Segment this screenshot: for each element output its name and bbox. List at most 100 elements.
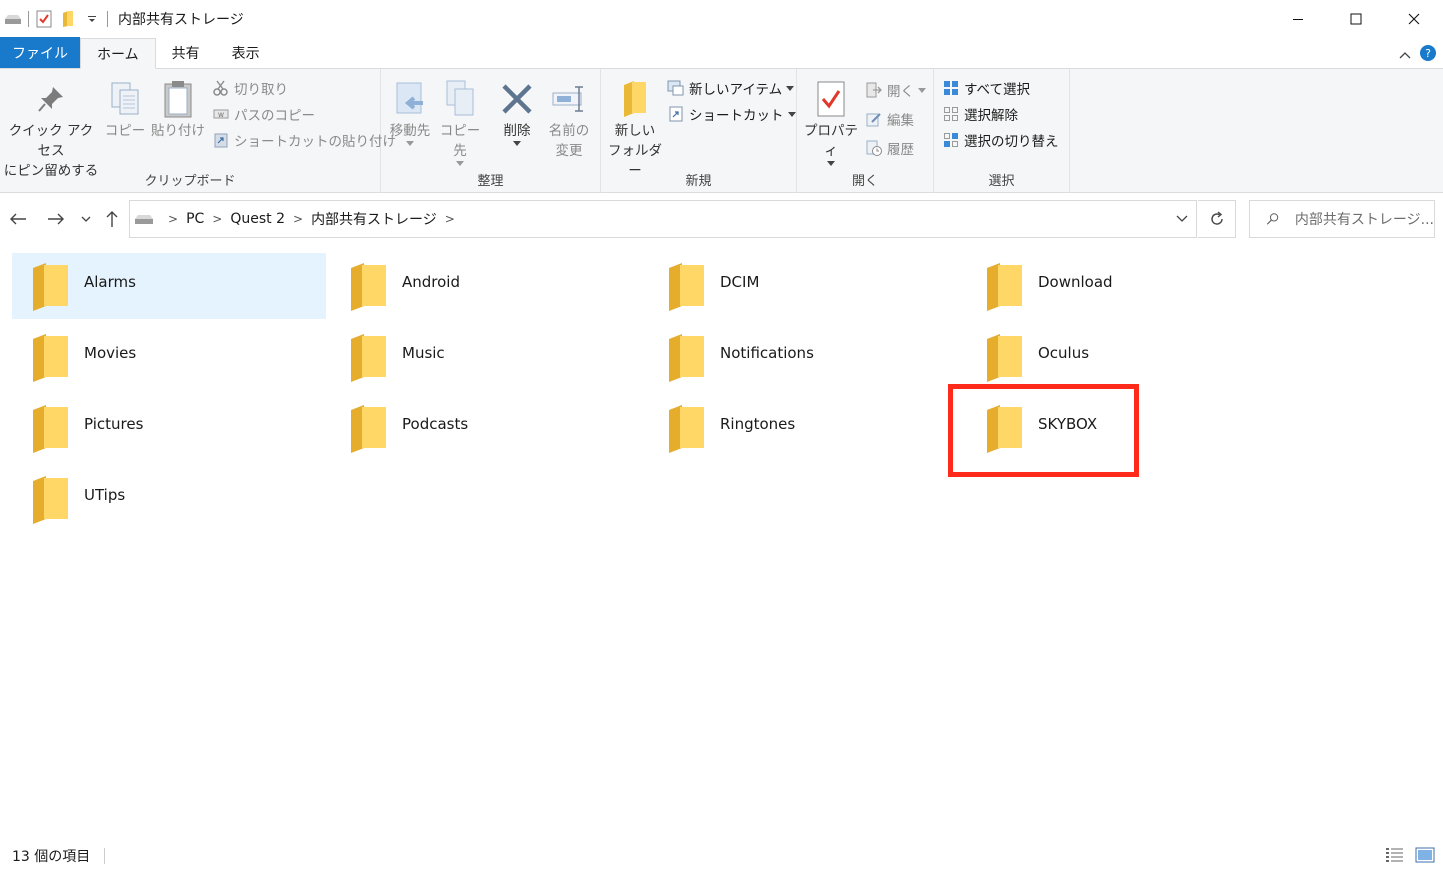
folder-item[interactable]: Movies [12,324,326,390]
chevron-right-icon[interactable]: > [168,212,178,226]
search-placeholder: 内部共有ストレージ... [1294,212,1434,228]
folder-name: Oculus [1038,344,1090,362]
invert-selection-button[interactable]: 選択の切り替え [942,129,1059,151]
folder-icon [22,253,78,319]
collapse-ribbon-icon[interactable] [1399,47,1411,63]
folder-item[interactable]: Android [330,253,644,319]
drive-icon[interactable] [4,10,22,28]
chevron-right-icon[interactable]: > [212,212,222,226]
window-title: 内部共有ストレージ [118,12,244,28]
folder-item[interactable]: UTips [12,466,326,532]
up-button[interactable] [100,208,124,230]
copy-button[interactable]: コピー [104,77,146,141]
copy-icon [105,77,145,121]
paste-button[interactable]: 貼り付け [150,77,206,141]
properties-quick-icon[interactable] [35,10,53,28]
forward-button[interactable] [44,208,68,230]
new-folder-quick-icon[interactable] [59,10,77,28]
group-select: すべて選択 選択解除 選択の切り替え 選択 [934,69,1070,193]
minimize-button[interactable] [1269,0,1327,38]
maximize-icon [1350,13,1362,25]
file-list: Alarms Android DCIM Download Movies Musi… [0,245,1443,835]
address-bar[interactable]: > PC > Quest 2 > 内部共有ストレージ > [129,200,1197,238]
folder-name: UTips [84,486,126,504]
minimize-icon [1293,19,1303,20]
folder-item[interactable]: Oculus [966,324,1280,390]
ribbon: クイック アクセス にピン留めする コピー 貼り付け 切り取り W パスのコピー… [0,69,1443,193]
breadcrumb-pc[interactable]: PC [186,211,204,227]
edit-button[interactable]: 編集 [865,108,914,130]
refresh-button[interactable] [1198,200,1236,238]
back-arrow-icon [10,213,26,225]
forward-arrow-icon [48,213,64,225]
address-dropdown-icon[interactable] [1176,211,1188,227]
group-label-organize: 整理 [477,174,504,189]
folder-name: Movies [84,344,137,362]
paste-shortcut-button[interactable]: ショートカットの貼り付け [212,129,396,151]
chevron-right-icon[interactable]: > [445,212,455,226]
history-button[interactable]: 履歴 [865,137,914,159]
details-view-icon[interactable] [1385,847,1405,867]
group-new: 新しい フォルダー 新しいアイテム ショートカット 新規 [601,69,797,193]
tab-view[interactable]: 表示 [216,38,276,68]
easy-access-shortcut-button[interactable]: ショートカット [667,103,796,125]
select-all-button[interactable]: すべて選択 [942,77,1030,99]
pin-quick-access-button[interactable]: クイック アクセス にピン留めする [2,77,100,181]
copy-path-icon: W [212,105,230,123]
item-count: 13 個の項目 [12,849,91,865]
folder-icon [22,395,78,461]
new-item-button[interactable]: 新しいアイテム [667,77,795,99]
new-folder-button[interactable]: 新しい フォルダー [605,77,665,181]
properties-button[interactable]: プロパティ [799,77,863,166]
delete-button[interactable]: 削除 [495,77,539,146]
folder-name: Pictures [84,415,144,433]
folder-name: Music [402,344,445,362]
open-button[interactable]: 開く [865,79,926,101]
folder-item[interactable]: DCIM [648,253,962,319]
refresh-icon [1210,211,1223,225]
back-button[interactable] [6,208,30,230]
folder-item[interactable]: Podcasts [330,395,644,461]
folder-item[interactable]: Pictures [12,395,326,461]
help-icon[interactable]: ? [1419,44,1437,66]
folder-item[interactable]: Ringtones [648,395,962,461]
breadcrumb-quest2[interactable]: Quest 2 [230,211,285,227]
separator [107,11,108,27]
customize-toolbar-icon[interactable] [83,10,101,28]
maximize-button[interactable] [1327,0,1385,38]
folder-name: Podcasts [402,415,469,433]
copy-path-button[interactable]: W パスのコピー [212,103,315,125]
folder-item[interactable]: Download [966,253,1280,319]
folder-item[interactable]: Notifications [648,324,962,390]
move-to-button[interactable]: 移動先 [387,77,433,146]
status-bar: 13 個の項目 [0,842,1443,870]
properties-check-icon [811,77,851,121]
paste-shortcut-icon [212,131,230,149]
tab-home[interactable]: ホーム [80,38,156,69]
folder-icon [658,324,714,390]
tab-share[interactable]: 共有 [156,38,216,68]
search-box[interactable]: 内部共有ストレージ... [1249,200,1435,238]
svg-text:W: W [218,112,224,119]
large-icons-view-icon[interactable] [1415,847,1435,867]
rename-button[interactable]: 名前の 変更 [545,77,593,161]
history-icon [865,139,883,157]
tab-file[interactable]: ファイル [0,37,80,68]
recent-locations-button[interactable] [76,208,96,230]
breadcrumb-internal-storage[interactable]: 内部共有ストレージ [311,209,437,229]
scissors-icon [212,79,230,97]
select-none-button[interactable]: 選択解除 [942,103,1018,125]
chevron-right-icon[interactable]: > [293,212,303,226]
dropdown-arrow-icon [786,85,795,91]
paste-icon [158,77,198,121]
folder-item[interactable]: Music [330,324,644,390]
close-button[interactable] [1385,0,1443,38]
folder-icon [340,395,396,461]
copy-to-button[interactable]: コピー先 [437,77,483,166]
folder-item[interactable]: Alarms [12,253,326,319]
cut-button[interactable]: 切り取り [212,77,288,99]
delete-x-icon [497,77,537,121]
folder-icon [340,324,396,390]
group-label-select: 選択 [988,174,1015,189]
group-open: プロパティ 開く 編集 履歴 開く [797,69,934,193]
